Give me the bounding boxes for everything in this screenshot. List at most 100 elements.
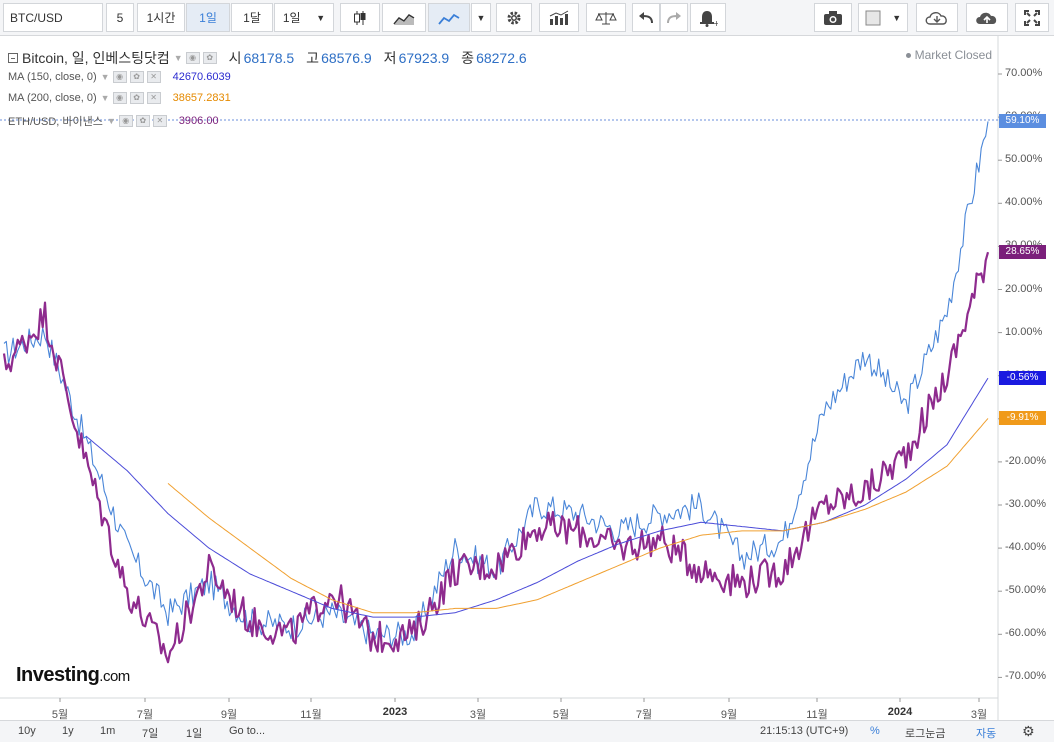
- settings-button[interactable]: [496, 3, 532, 32]
- close-icon[interactable]: ✕: [152, 115, 167, 127]
- fullscreen-icon: [1024, 9, 1040, 26]
- area-chart-button[interactable]: [382, 3, 426, 32]
- high-value: 68576.9: [321, 50, 372, 66]
- y-tick-label: -20.00%: [1005, 454, 1046, 467]
- eye-icon[interactable]: ◉: [112, 92, 127, 104]
- range-10y[interactable]: 10y: [18, 725, 36, 737]
- chevron-down-icon[interactable]: ▼: [107, 116, 116, 126]
- settings-gear-icon: [507, 11, 521, 24]
- ma200-legend[interactable]: MA (200, close, 0) ▼ ◉ ✿ ✕ 38657.2831: [8, 92, 231, 104]
- ma200-axis-tag: -9.91%: [999, 411, 1046, 426]
- legend-title: Bitcoin, 일, 인베스팅닷컴: [22, 50, 170, 66]
- chevron-down-icon: ▼: [476, 12, 486, 23]
- snapshot-button[interactable]: [814, 3, 852, 32]
- eth-value: 3906.00: [178, 115, 219, 127]
- main-legend: Bitcoin, 일, 인베스팅닷컴 ▼ ◉ ✿ 시 68178.5 고 68576…: [8, 48, 527, 68]
- range-1y[interactable]: 1y: [62, 725, 74, 737]
- multiplier-button[interactable]: 5: [106, 3, 134, 32]
- fullscreen-button[interactable]: [1015, 3, 1049, 32]
- eth-line: [2, 251, 990, 664]
- y-tick-label: -60.00%: [1005, 627, 1046, 640]
- line-chart-icon: [438, 13, 460, 25]
- indicators-button[interactable]: [539, 3, 579, 32]
- close-icon[interactable]: ✕: [146, 71, 161, 83]
- undo-icon: [639, 11, 653, 23]
- interval-1h-button[interactable]: 1시간: [137, 3, 185, 32]
- chevron-down-icon[interactable]: ▼: [101, 93, 110, 103]
- log-scale-toggle[interactable]: 로그눈금: [905, 725, 945, 741]
- range-1m[interactable]: 1m: [100, 725, 115, 737]
- x-tick-label: 2024: [887, 706, 913, 718]
- compare-scale-icon: [595, 11, 617, 24]
- drawing-tools-dropdown[interactable]: ▼: [858, 3, 908, 32]
- interval-1mo-button[interactable]: 1달: [231, 3, 273, 32]
- compare-button[interactable]: [586, 3, 626, 32]
- x-tick-label: 2023: [382, 706, 408, 718]
- range-7d[interactable]: 7일: [142, 725, 158, 741]
- ma150-value: 42670.6039: [172, 71, 231, 83]
- close-label: 종: [461, 50, 475, 66]
- percent-scale-toggle[interactable]: %: [870, 725, 880, 737]
- eye-icon[interactable]: ◉: [118, 115, 133, 127]
- candles-icon: [354, 10, 366, 25]
- eye-icon[interactable]: ◉: [185, 52, 200, 64]
- market-status-text: Market Closed: [914, 48, 992, 62]
- svg-text:+: +: [713, 19, 718, 27]
- area-chart-icon: [393, 13, 415, 25]
- status-dot-icon: [905, 53, 911, 59]
- interval-dropdown[interactable]: 1일 ▼: [274, 3, 334, 32]
- eth-label: ETH/USD, 바이낸스: [8, 116, 103, 128]
- market-status: Market Closed: [905, 48, 992, 62]
- camera-icon: [824, 10, 842, 25]
- low-value: 67923.9: [398, 50, 450, 66]
- y-tick-label: 20.00%: [1005, 282, 1043, 295]
- chart-plot[interactable]: [0, 36, 1054, 720]
- save-chart-button[interactable]: [966, 3, 1008, 32]
- load-chart-button[interactable]: [916, 3, 958, 32]
- undo-button[interactable]: [632, 3, 660, 32]
- close-value: 68272.6: [476, 50, 527, 66]
- interval-1mo-label: 1달: [243, 11, 261, 25]
- gear-icon[interactable]: ✿: [202, 52, 217, 64]
- chart-toolbar: BTC/USD 5 1시간 1일 1달 1일 ▼ ▼ + ▼: [0, 0, 1054, 36]
- alert-bell-icon: +: [700, 10, 718, 27]
- chart-pane[interactable]: Bitcoin, 일, 인베스팅닷컴 ▼ ◉ ✿ 시 68178.5 고 68576…: [0, 36, 1054, 721]
- interval-dropdown-label: 1일: [282, 11, 301, 25]
- y-tick-label: -70.00%: [1005, 670, 1046, 683]
- close-icon[interactable]: ✕: [146, 92, 161, 104]
- eth-legend[interactable]: ETH/USD, 바이낸스 ▼ ◉ ✿ ✕ 3906.00: [8, 113, 219, 129]
- eye-icon[interactable]: ◉: [112, 71, 127, 83]
- symbol-input[interactable]: BTC/USD: [3, 3, 103, 32]
- interval-1d-button[interactable]: 1일: [186, 3, 230, 32]
- collapse-legend-icon[interactable]: [8, 53, 18, 63]
- multiplier-text: 5: [116, 10, 124, 25]
- candles-button[interactable]: [340, 3, 380, 32]
- chevron-down-icon[interactable]: ▼: [101, 72, 110, 82]
- ma200-value: 38657.2831: [172, 92, 231, 104]
- goto-date-button[interactable]: Go to...: [229, 725, 265, 737]
- redo-icon: [667, 11, 681, 23]
- gear-icon[interactable]: ⚙: [1022, 723, 1035, 740]
- clock-time: 21:15:13 (UTC+9): [760, 725, 849, 737]
- chart-type-dropdown[interactable]: ▼: [471, 3, 491, 32]
- open-value: 68178.5: [243, 50, 295, 66]
- auto-scale-toggle[interactable]: 자동: [976, 725, 996, 741]
- high-label: 고: [306, 50, 320, 66]
- range-1d[interactable]: 1일: [186, 725, 202, 741]
- ma150-legend[interactable]: MA (150, close, 0) ▼ ◉ ✿ ✕ 42670.6039: [8, 71, 231, 83]
- gear-icon[interactable]: ✿: [129, 92, 144, 104]
- cloud-upload-icon: [976, 12, 997, 24]
- symbol-text: BTC/USD: [10, 10, 63, 25]
- eth-axis-tag: 28.65%: [999, 245, 1046, 260]
- y-tick-label: 50.00%: [1005, 153, 1043, 166]
- chevron-down-icon[interactable]: ▼: [174, 53, 183, 63]
- alert-button[interactable]: +: [690, 3, 726, 32]
- y-tick-label: 10.00%: [1005, 325, 1043, 338]
- y-tick-label: -40.00%: [1005, 541, 1046, 554]
- ma150-axis-tag: -0.56%: [999, 371, 1046, 386]
- redo-button[interactable]: [660, 3, 688, 32]
- line-chart-button[interactable]: [428, 3, 470, 32]
- gear-icon[interactable]: ✿: [129, 71, 144, 83]
- gear-icon[interactable]: ✿: [135, 115, 150, 127]
- open-label: 시: [228, 50, 242, 66]
